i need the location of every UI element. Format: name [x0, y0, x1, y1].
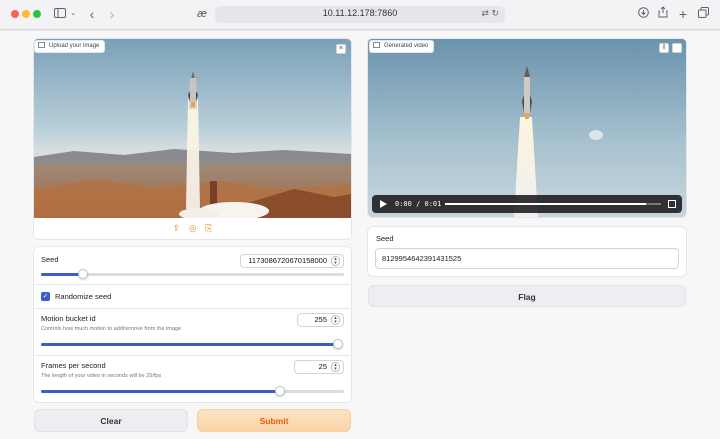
fps-slider-fill — [41, 390, 281, 393]
motion-bucket-slider[interactable] — [41, 339, 343, 349]
motion-bucket-slider-thumb[interactable] — [333, 339, 343, 349]
back-icon[interactable]: ‹ — [86, 6, 98, 22]
address-bar[interactable]: 10.11.12.178:7860 ⇄ ↻ — [215, 6, 505, 23]
divider — [35, 284, 350, 285]
randomize-seed-checkbox[interactable]: ✓ — [41, 292, 50, 301]
translate-reload-icon[interactable]: ⇄ ↻ — [481, 8, 499, 19]
motion-bucket-stepper-icon[interactable]: ▴ ▾ — [331, 315, 340, 325]
clear-button[interactable]: Clear — [34, 409, 188, 432]
new-tab-icon[interactable]: + — [677, 6, 689, 22]
motion-bucket-label: Motion bucket id — [41, 314, 96, 323]
video-progress-fill — [445, 203, 646, 205]
input-image-label: Upload your image — [34, 40, 106, 53]
output-seed-label: Seed — [376, 234, 394, 243]
video-progress-bar[interactable] — [445, 203, 661, 205]
browser-toolbar: ⌄ ‹ › æ 10.11.12.178:7860 ⇄ ↻ + — [0, 0, 720, 30]
fps-slider[interactable] — [41, 386, 344, 396]
seed-slider[interactable] — [41, 269, 344, 279]
seed-slider-fill — [41, 273, 84, 276]
download-video-button[interactable]: ⇩ — [659, 43, 669, 53]
input-image — [34, 39, 351, 218]
fps-description: The length of your video in seconds will… — [41, 373, 162, 379]
fps-number-input[interactable]: 25 ▴ ▾ — [294, 360, 344, 374]
download-icon[interactable] — [637, 6, 649, 22]
output-video-label: Generated video — [369, 40, 435, 53]
video-time: 0:00 / 0:01 — [395, 200, 442, 208]
webcam-icon[interactable]: ◎ — [189, 223, 197, 233]
randomize-seed-label: Randomize seed — [55, 292, 112, 301]
tabs-overview-icon[interactable] — [697, 6, 709, 22]
share-icon[interactable] — [657, 6, 669, 22]
share-video-button[interactable] — [672, 43, 682, 53]
fps-stepper-icon[interactable]: ▴ ▾ — [331, 362, 340, 372]
flag-button[interactable]: Flag — [368, 285, 686, 307]
clear-image-button[interactable]: × — [336, 44, 346, 54]
seed-number-input[interactable]: 1173086720670158000 ▴ ▾ — [240, 254, 344, 268]
motion-bucket-description: Controls how much motion to add/remove f… — [41, 326, 182, 332]
submit-button[interactable]: Submit — [197, 409, 351, 432]
seed-label: Seed — [41, 255, 59, 264]
fps-label: Frames per second — [41, 361, 106, 370]
maximize-window-button[interactable] — [33, 10, 41, 18]
motion-bucket-slider-fill — [41, 343, 338, 346]
video-icon — [373, 42, 380, 48]
site-logo-icon: æ — [197, 8, 207, 20]
forward-icon[interactable]: › — [106, 6, 118, 22]
play-icon[interactable] — [380, 200, 387, 208]
url-text: 10.11.12.178:7860 — [322, 8, 398, 18]
output-video[interactable] — [368, 39, 686, 217]
fullscreen-icon[interactable] — [668, 200, 676, 208]
image-icon — [38, 42, 45, 48]
minimize-window-button[interactable] — [22, 10, 30, 18]
sidebar-icon[interactable] — [53, 6, 67, 22]
close-window-button[interactable] — [11, 10, 19, 18]
output-seed-textbox[interactable]: 8129954642391431525 — [375, 248, 679, 269]
divider — [35, 355, 350, 356]
clipboard-icon[interactable]: ⎘ — [205, 223, 212, 233]
divider — [35, 308, 350, 309]
image-source-toolbar: ⇪ ◎ ⎘ — [34, 218, 351, 238]
seed-stepper-icon[interactable]: ▴ ▾ — [331, 256, 340, 266]
video-controls: 0:00 / 0:01 — [372, 195, 682, 213]
motion-bucket-number-input[interactable]: 255 ▴ ▾ — [297, 313, 344, 327]
chevron-down-icon[interactable]: ⌄ — [69, 6, 77, 22]
upload-icon[interactable]: ⇪ — [173, 223, 181, 233]
